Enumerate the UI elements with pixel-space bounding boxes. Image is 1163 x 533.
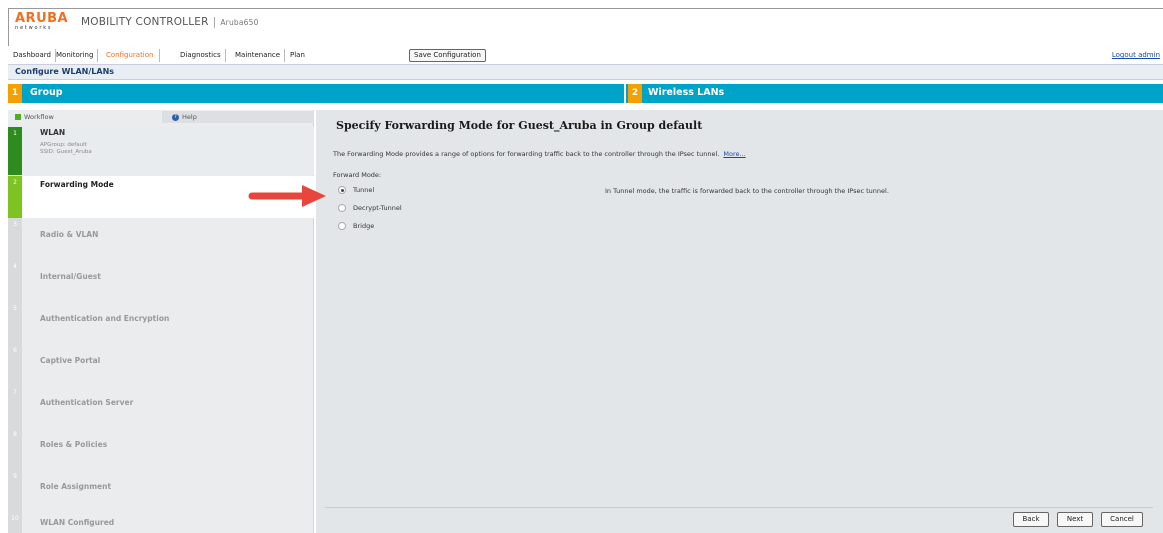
page-heading: Specify Forwarding Mode for Guest_Aruba … <box>336 119 703 132</box>
tunnel-radio[interactable] <box>338 186 346 194</box>
workflow-tab-label: Workflow <box>24 113 54 121</box>
sidebar-item-authentication-server[interactable]: 7 Authentication Server <box>8 386 314 428</box>
sidebar-item-label: Radio & VLAN <box>40 230 99 239</box>
wlan-apgroup: APGroup: default <box>40 142 87 148</box>
decrypt-tunnel-radio[interactable] <box>338 204 346 212</box>
forward-mode-label: Forward Mode: <box>333 171 382 179</box>
sidebar-item-roles-policies[interactable]: 8 Roles & Policies <box>8 428 314 470</box>
main-panel: Specify Forwarding Mode for Guest_Aruba … <box>316 110 1163 533</box>
bridge-radio[interactable] <box>338 222 346 230</box>
step-marker: 9 <box>8 470 22 512</box>
footer-divider <box>325 507 1153 508</box>
title-separator: | <box>212 16 217 28</box>
aruba-logo: ARUBA networks <box>15 12 73 34</box>
step-label: Group <box>30 87 63 98</box>
sidebar-item-role-assignment[interactable]: 9 Role Assignment <box>8 470 314 512</box>
step-wireless-lans[interactable]: 2 Wireless LANs <box>626 84 1163 103</box>
logout-link[interactable]: Logout admin <box>1112 51 1160 59</box>
tab-dashboard[interactable]: Dashboard <box>9 49 56 62</box>
back-button[interactable]: Back <box>1013 512 1049 527</box>
section-title-bar: Configure WLAN/LANs <box>8 64 1163 80</box>
logo-brand: ARUBA <box>15 11 69 26</box>
step-marker: 5 <box>8 302 22 344</box>
controller-model: Aruba650 <box>220 18 259 27</box>
sidebar-item-radio-vlan[interactable]: 3 Radio & VLAN <box>8 218 314 260</box>
app-header: ARUBA networks MOBILITY CONTROLLER | Aruba… <box>8 8 1163 62</box>
step-marker: 10 <box>8 512 22 533</box>
forward-mode-option-tunnel[interactable]: Tunnel <box>338 186 374 194</box>
step-marker: 6 <box>8 344 22 386</box>
decrypt-tunnel-label: Decrypt-Tunnel <box>353 204 402 212</box>
product-title: MOBILITY CONTROLLER | Aruba650 <box>81 16 259 28</box>
product-name: MOBILITY CONTROLLER <box>81 16 209 28</box>
step-marker: 1 <box>8 127 22 175</box>
step-marker: 8 <box>8 428 22 470</box>
step-number: 1 <box>8 84 22 103</box>
sidebar-item-internal-guest[interactable]: 4 Internal/Guest <box>8 260 314 302</box>
logo-subtitle: networks <box>15 25 53 31</box>
sidebar-item-wlan-configured[interactable]: 10 WLAN Configured <box>8 512 314 533</box>
help-icon: ? <box>172 113 179 121</box>
sidebar-tabs: Workflow ? Help <box>8 110 314 123</box>
sidebar-item-label: Internal/Guest <box>40 272 101 281</box>
next-button[interactable]: Next <box>1057 512 1093 527</box>
sidebar-item-label: Role Assignment <box>40 482 112 491</box>
bridge-label: Bridge <box>353 222 375 230</box>
tab-maintenance[interactable]: Maintenance <box>231 49 286 62</box>
tab-help[interactable]: ? Help <box>162 111 314 123</box>
tab-monitoring[interactable]: Monitoring <box>52 49 99 62</box>
forward-mode-option-decrypt-tunnel[interactable]: Decrypt-Tunnel <box>338 204 402 212</box>
step-number: 2 <box>628 84 642 103</box>
cancel-button[interactable]: Cancel <box>1101 512 1143 527</box>
step-label: Wireless LANs <box>648 87 725 98</box>
step-marker: 2 <box>8 176 22 218</box>
sidebar-item-label: Roles & Policies <box>40 440 108 449</box>
step-marker: 3 <box>8 218 22 260</box>
sidebar-item-label: Forwarding Mode <box>40 180 114 189</box>
save-configuration-button[interactable]: Save Configuration <box>409 49 486 62</box>
tab-diagnostics[interactable]: Diagnostics <box>176 49 226 62</box>
forward-mode-option-bridge[interactable]: Bridge <box>338 222 374 230</box>
mode-description: In Tunnel mode, the traffic is forwarded… <box>605 187 889 195</box>
main-nav: Dashboard Monitoring Configuration Diagn… <box>9 47 1163 64</box>
more-link[interactable]: More... <box>723 150 745 158</box>
wlan-ssid: SSID: Guest_Aruba <box>40 149 92 155</box>
annotation-arrow-icon <box>248 185 326 207</box>
description-text: The Forwarding Mode provides a range of … <box>333 150 720 158</box>
tab-plan[interactable]: Plan <box>286 49 309 62</box>
page-title: Configure WLAN/LANs <box>15 67 115 76</box>
tab-workflow[interactable]: Workflow <box>8 111 158 123</box>
sidebar-item-captive-portal[interactable]: 6 Captive Portal <box>8 344 314 386</box>
step-marker: 7 <box>8 386 22 428</box>
tunnel-label: Tunnel <box>353 186 375 194</box>
tab-configuration[interactable]: Configuration <box>100 49 161 62</box>
step-marker: 4 <box>8 260 22 302</box>
workflow-sidebar: Workflow ? Help 1 WLAN APGroup: default S… <box>8 110 314 533</box>
sidebar-item-label: WLAN <box>40 128 66 137</box>
forwarding-description: The Forwarding Mode provides a range of … <box>333 150 746 158</box>
sidebar-item-wlan[interactable]: 1 WLAN APGroup: default SSID: Guest_Arub… <box>8 127 314 175</box>
sidebar-item-label: Authentication and Encryption <box>40 314 170 323</box>
workflow-icon <box>15 114 21 120</box>
step-group[interactable]: 1 Group <box>8 84 624 103</box>
help-tab-label: Help <box>182 113 197 121</box>
sidebar-item-label: Authentication Server <box>40 398 134 407</box>
sidebar-item-authentication-encryption[interactable]: 5 Authentication and Encryption <box>8 302 314 344</box>
sidebar-item-label: Captive Portal <box>40 356 101 365</box>
sidebar-item-label: WLAN Configured <box>40 518 115 527</box>
